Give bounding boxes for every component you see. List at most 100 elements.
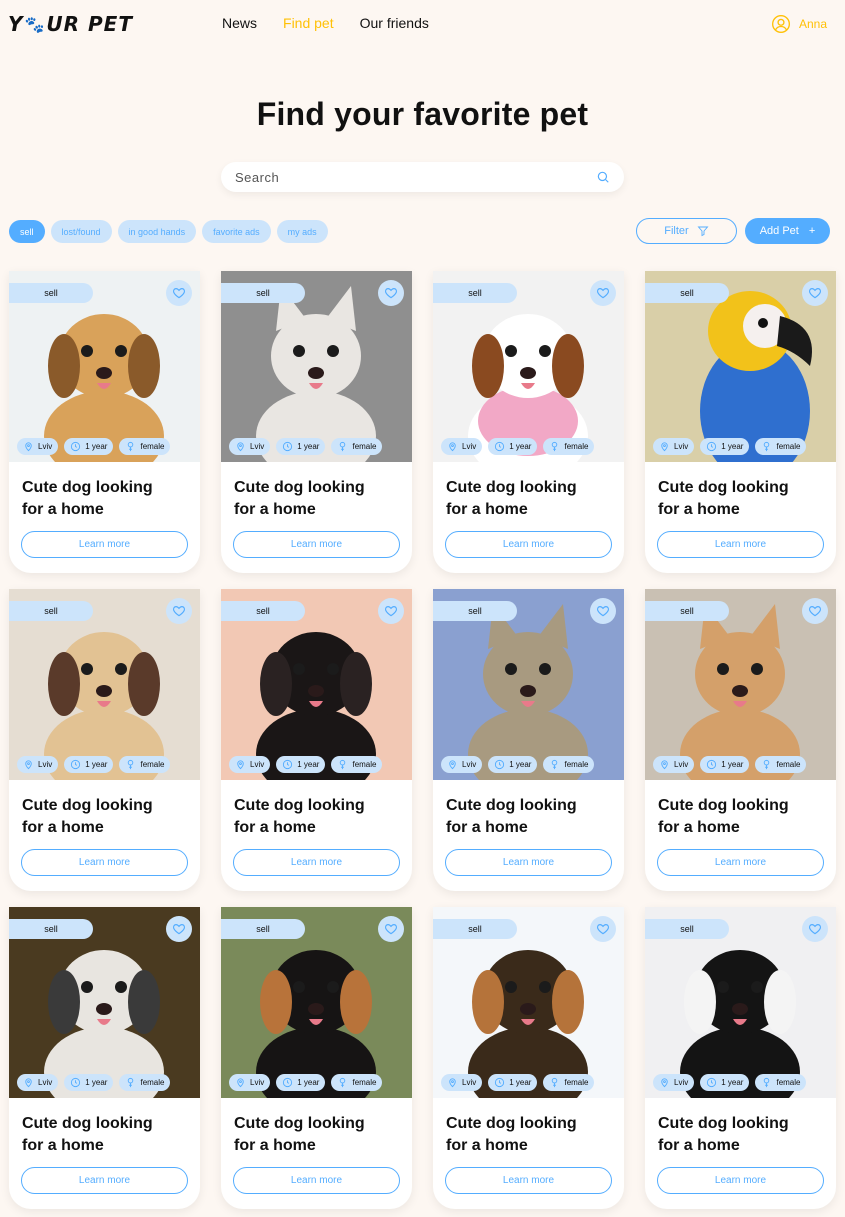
favorite-button[interactable] — [590, 280, 616, 306]
card-title-line1: Cute dog looking — [234, 1115, 365, 1132]
heart-icon — [596, 288, 610, 299]
age-tag: 1 year — [488, 438, 538, 455]
learn-more-button[interactable]: Learn more — [21, 1167, 188, 1194]
age-tag: 1 year — [276, 438, 326, 455]
pet-photo[interactable]: sell Lviv 1 year female — [221, 589, 412, 780]
chip-lost-found[interactable]: lost/found — [50, 220, 112, 243]
plus-icon: + — [808, 225, 816, 237]
pet-photo[interactable]: sell Lviv 1 year female — [221, 907, 412, 1098]
sex-tag: female — [543, 1074, 595, 1091]
learn-more-button[interactable]: Learn more — [21, 849, 188, 876]
learn-more-button[interactable]: Learn more — [233, 531, 400, 558]
learn-more-button[interactable]: Learn more — [445, 1167, 612, 1194]
favorite-button[interactable] — [378, 280, 404, 306]
learn-more-button[interactable]: Learn more — [657, 849, 824, 876]
chip-in-good-hands[interactable]: in good hands — [117, 220, 197, 243]
pet-photo[interactable]: sell Lviv 1 year female — [433, 589, 624, 780]
heart-icon — [384, 288, 398, 299]
favorite-button[interactable] — [802, 598, 828, 624]
pet-tags: Lviv 1 year female — [17, 1074, 171, 1091]
learn-more-button[interactable]: Learn more — [657, 1167, 824, 1194]
nav-our-friends[interactable]: Our friends — [360, 15, 429, 31]
clock-icon — [707, 1077, 717, 1088]
female-icon — [764, 1077, 770, 1088]
favorite-button[interactable] — [166, 916, 192, 942]
location-tag: Lviv — [17, 438, 59, 455]
search-input[interactable] — [235, 169, 596, 185]
filter-button[interactable]: Filter — [636, 218, 737, 244]
sex-text: female — [564, 1078, 589, 1087]
favorite-button[interactable] — [802, 916, 828, 942]
favorite-button[interactable] — [590, 916, 616, 942]
card-title: Cute dog looking for a home — [22, 477, 192, 521]
nav-news[interactable]: News — [222, 15, 257, 31]
pet-tags: Lviv 1 year female — [229, 1074, 383, 1091]
favorite-button[interactable] — [378, 916, 404, 942]
clock-icon — [495, 441, 505, 452]
favorite-button[interactable] — [590, 598, 616, 624]
pet-card-11: sell Lviv 1 year female Cute dog looking… — [433, 907, 624, 1209]
add-pet-button[interactable]: Add Pet + — [745, 218, 830, 244]
search-icon[interactable] — [596, 170, 610, 184]
pet-tags: Lviv 1 year female — [653, 756, 807, 773]
card-title-line1: Cute dog looking — [234, 479, 365, 496]
learn-more-button[interactable]: Learn more — [233, 849, 400, 876]
category-badge: sell — [645, 283, 729, 303]
nav-find-pet[interactable]: Find pet — [283, 15, 334, 31]
pet-tags: Lviv 1 year female — [17, 756, 171, 773]
age-tag: 1 year — [700, 756, 750, 773]
card-title: Cute dog looking for a home — [234, 1113, 404, 1157]
location-pin-icon — [237, 1078, 244, 1088]
female-icon — [764, 759, 770, 770]
age-text: 1 year — [721, 442, 744, 451]
learn-more-button[interactable]: Learn more — [657, 531, 824, 558]
favorite-button[interactable] — [166, 598, 192, 624]
sex-tag: female — [755, 438, 807, 455]
pet-photo[interactable]: sell Lviv 1 year female — [9, 589, 200, 780]
learn-more-button[interactable]: Learn more — [445, 849, 612, 876]
pet-photo[interactable]: sell Lviv 1 year female — [645, 271, 836, 462]
favorite-button[interactable] — [378, 598, 404, 624]
sex-tag: female — [543, 756, 595, 773]
pet-photo[interactable]: sell Lviv 1 year female — [433, 907, 624, 1098]
sex-tag: female — [119, 438, 171, 455]
location-text: Lviv — [38, 760, 53, 769]
age-text: 1 year — [509, 760, 532, 769]
pet-photo[interactable]: sell Lviv 1 year female — [645, 589, 836, 780]
card-title-line2: for a home — [446, 1137, 528, 1154]
pet-tags: Lviv 1 year female — [229, 756, 383, 773]
pet-card-4: sell Lviv 1 year female Cute dog looking… — [645, 271, 836, 573]
learn-more-button[interactable]: Learn more — [21, 531, 188, 558]
logo[interactable]: Y 🐾 UR PET — [8, 12, 133, 36]
pet-photo[interactable]: sell Lviv 1 year female — [221, 271, 412, 462]
favorite-button[interactable] — [166, 280, 192, 306]
age-tag: 1 year — [488, 756, 538, 773]
card-title: Cute dog looking for a home — [658, 1113, 828, 1157]
learn-more-button[interactable]: Learn more — [233, 1167, 400, 1194]
chip-sell[interactable]: sell — [9, 220, 45, 243]
card-title-line2: for a home — [234, 819, 316, 836]
location-text: Lviv — [250, 760, 265, 769]
category-badge: sell — [221, 601, 305, 621]
pet-photo[interactable]: sell Lviv 1 year female — [9, 271, 200, 462]
favorite-button[interactable] — [802, 280, 828, 306]
learn-more-button[interactable]: Learn more — [445, 531, 612, 558]
category-badge: sell — [645, 919, 729, 939]
chip-favorite-ads[interactable]: favorite ads — [202, 220, 271, 243]
age-text: 1 year — [721, 1078, 744, 1087]
pet-photo[interactable]: sell Lviv 1 year female — [433, 271, 624, 462]
pet-tags: Lviv 1 year female — [653, 438, 807, 455]
chip-my-ads[interactable]: my ads — [276, 220, 328, 243]
card-title: Cute dog looking for a home — [446, 477, 616, 521]
card-title-line1: Cute dog looking — [446, 479, 577, 496]
location-text: Lviv — [462, 1078, 477, 1087]
user-icon — [771, 15, 790, 33]
add-pet-label: Add Pet — [759, 225, 799, 237]
pet-photo[interactable]: sell Lviv 1 year female — [9, 907, 200, 1098]
category-badge: sell — [433, 283, 517, 303]
card-title-line1: Cute dog looking — [446, 797, 577, 814]
user-menu[interactable]: Anna — [771, 14, 827, 34]
pet-photo[interactable]: sell Lviv 1 year female — [645, 907, 836, 1098]
category-badge: sell — [433, 919, 517, 939]
location-pin-icon — [449, 760, 456, 770]
